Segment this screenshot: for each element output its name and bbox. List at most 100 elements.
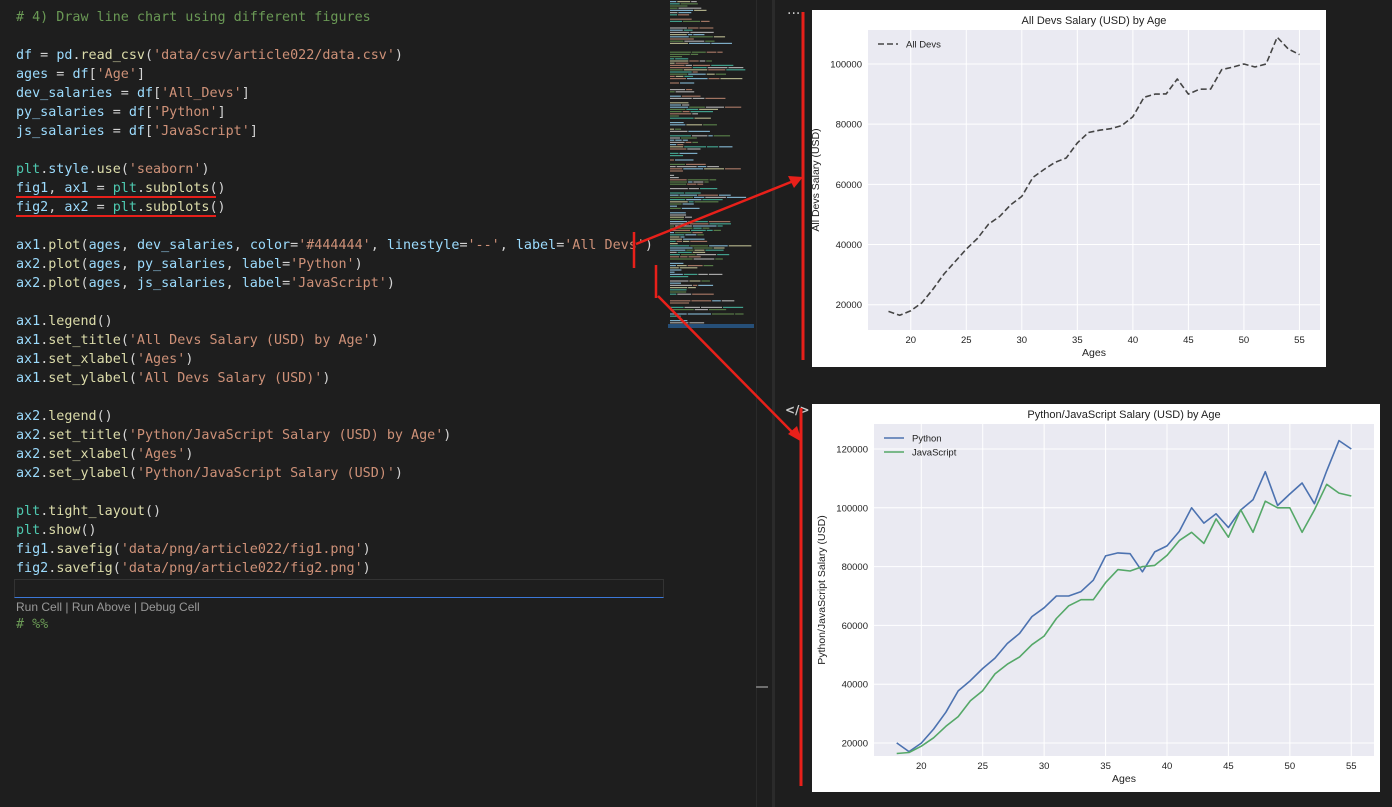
legend-label: Python (912, 434, 942, 445)
minimap-line (670, 315, 681, 317)
code-token: 'seaborn' (128, 162, 202, 177)
minimap-line (682, 104, 690, 106)
x-tick-label: 45 (1223, 761, 1234, 772)
minimap-line (687, 27, 699, 29)
minimap-line (670, 14, 678, 16)
code-token: , (225, 276, 242, 291)
minimap-line (670, 265, 676, 267)
code-token: () (96, 409, 113, 424)
minimap-line (670, 163, 685, 165)
x-tick-label: 50 (1285, 761, 1296, 772)
code-token: py_salaries (136, 257, 226, 272)
code-line[interactable]: df = pd.read_csv('data/csv/article022/da… (16, 46, 403, 65)
x-tick-label: 25 (961, 335, 972, 346)
minimap-viewport[interactable] (668, 324, 754, 328)
code-line[interactable]: ax1.set_ylabel('All Devs Salary (USD)') (16, 369, 330, 388)
code-line[interactable]: ax2.legend() (16, 407, 113, 426)
y-axis-label: All Devs Salary (USD) (812, 128, 822, 231)
code-token: js_salaries (136, 276, 226, 291)
code-line[interactable]: ax1.legend() (16, 312, 113, 331)
scrollbar-thumb[interactable] (756, 686, 768, 688)
code-token: ( (128, 466, 137, 481)
code-line[interactable]: fig1.savefig('data/png/article022/fig1.p… (16, 540, 371, 559)
x-tick-label: 20 (905, 335, 916, 346)
minimap-line (670, 273, 683, 275)
code-line[interactable]: py_salaries = df['Python'] (16, 103, 226, 122)
minimap-line (670, 51, 691, 53)
minimap-line (691, 1, 697, 3)
code-token: df (72, 67, 89, 82)
minimap-line (670, 203, 682, 205)
code-token: = (104, 124, 129, 139)
minimap-line (701, 280, 710, 282)
minimap-line (686, 108, 699, 110)
code-line[interactable]: ax2.plot(ages, js_salaries, label='JavaS… (16, 274, 395, 293)
minimap-line (670, 179, 687, 181)
minimap-line (670, 238, 683, 240)
code-token: dev_salaries (16, 86, 113, 101)
legend-label: JavaScript (912, 448, 957, 459)
run-cell-link[interactable]: Run Cell (16, 600, 62, 614)
code-line[interactable]: fig2, ax2 = plt.subplots() (16, 198, 226, 217)
minimap-line (670, 137, 680, 139)
minimap-line (686, 89, 693, 91)
minimap-line (692, 64, 711, 66)
minimap-line (720, 78, 743, 80)
minimap-line (670, 256, 680, 258)
code-token: = (104, 105, 129, 120)
code-editor[interactable]: # 4) Draw line chart using different fig… (0, 0, 668, 807)
minimap-line (717, 51, 723, 53)
minimap-line (670, 258, 693, 260)
code-line[interactable]: # 4) Draw line chart using different fig… (16, 8, 371, 27)
code-line[interactable]: js_salaries = df['JavaScript'] (16, 122, 258, 141)
minimap-line (694, 201, 719, 203)
x-tick-label: 30 (1017, 335, 1028, 346)
code-token: df (136, 86, 154, 101)
code-line[interactable]: plt.show() (16, 521, 97, 540)
minimap[interactable] (668, 0, 756, 330)
minimap-line (705, 40, 715, 42)
code-line[interactable]: ax1.set_xlabel('Ages') (16, 350, 193, 369)
code-token: . (136, 200, 145, 215)
code-line[interactable]: ax1.plot(ages, dev_salaries, color='#444… (16, 236, 653, 255)
code-line[interactable]: ax1.set_title('All Devs Salary (USD) by … (16, 331, 379, 350)
minimap-line (670, 269, 682, 271)
code-line[interactable]: fig2.savefig('data/png/article022/fig2.p… (16, 559, 371, 578)
code-icon[interactable]: </> (785, 403, 810, 417)
minimap-line (725, 168, 741, 170)
code-token: ( (128, 371, 137, 386)
minimap-line (670, 243, 678, 245)
minimap-line (670, 234, 685, 236)
minimap-line (699, 188, 718, 190)
axes-background (868, 30, 1320, 330)
code-line[interactable]: plt.style.use('seaborn') (16, 160, 210, 179)
minimap-line (693, 34, 705, 36)
code-token: ax2 (16, 466, 41, 481)
code-line[interactable]: fig1, ax1 = plt.subplots() (16, 179, 226, 198)
minimap-line (708, 221, 731, 223)
x-tick-label: 55 (1346, 761, 1357, 772)
code-line[interactable]: plt.tight_layout() (16, 502, 161, 521)
minimap-line (670, 267, 679, 269)
run-above-link[interactable]: Run Above (72, 600, 131, 614)
code-line[interactable]: ages = df['Age'] (16, 65, 145, 84)
minimap-line (688, 188, 699, 190)
more-actions-icon[interactable]: ··· (787, 6, 800, 22)
minimap-line (680, 256, 688, 258)
code-line[interactable]: ax2.set_xlabel('Ages') (16, 445, 193, 464)
code-line[interactable]: ax2.set_title('Python/JavaScript Salary … (16, 426, 451, 445)
code-line[interactable]: dev_salaries = df['All_Devs'] (16, 84, 250, 103)
code-token: = (112, 86, 137, 101)
code-token: fig1 (16, 542, 49, 557)
minimap-line (670, 40, 684, 42)
debug-cell-link[interactable]: Debug Cell (140, 600, 199, 614)
code-line[interactable]: ax2.plot(ages, py_salaries, label='Pytho… (16, 255, 363, 274)
code-line[interactable]: ax2.set_ylabel('Python/JavaScript Salary… (16, 464, 403, 483)
minimap-line (670, 146, 684, 148)
minimap-line (682, 111, 690, 113)
y-tick-label: 20000 (842, 739, 868, 750)
minimap-line (693, 181, 704, 183)
minimap-line (692, 232, 703, 234)
minimap-line (670, 166, 676, 168)
code-token: ] (249, 124, 258, 139)
